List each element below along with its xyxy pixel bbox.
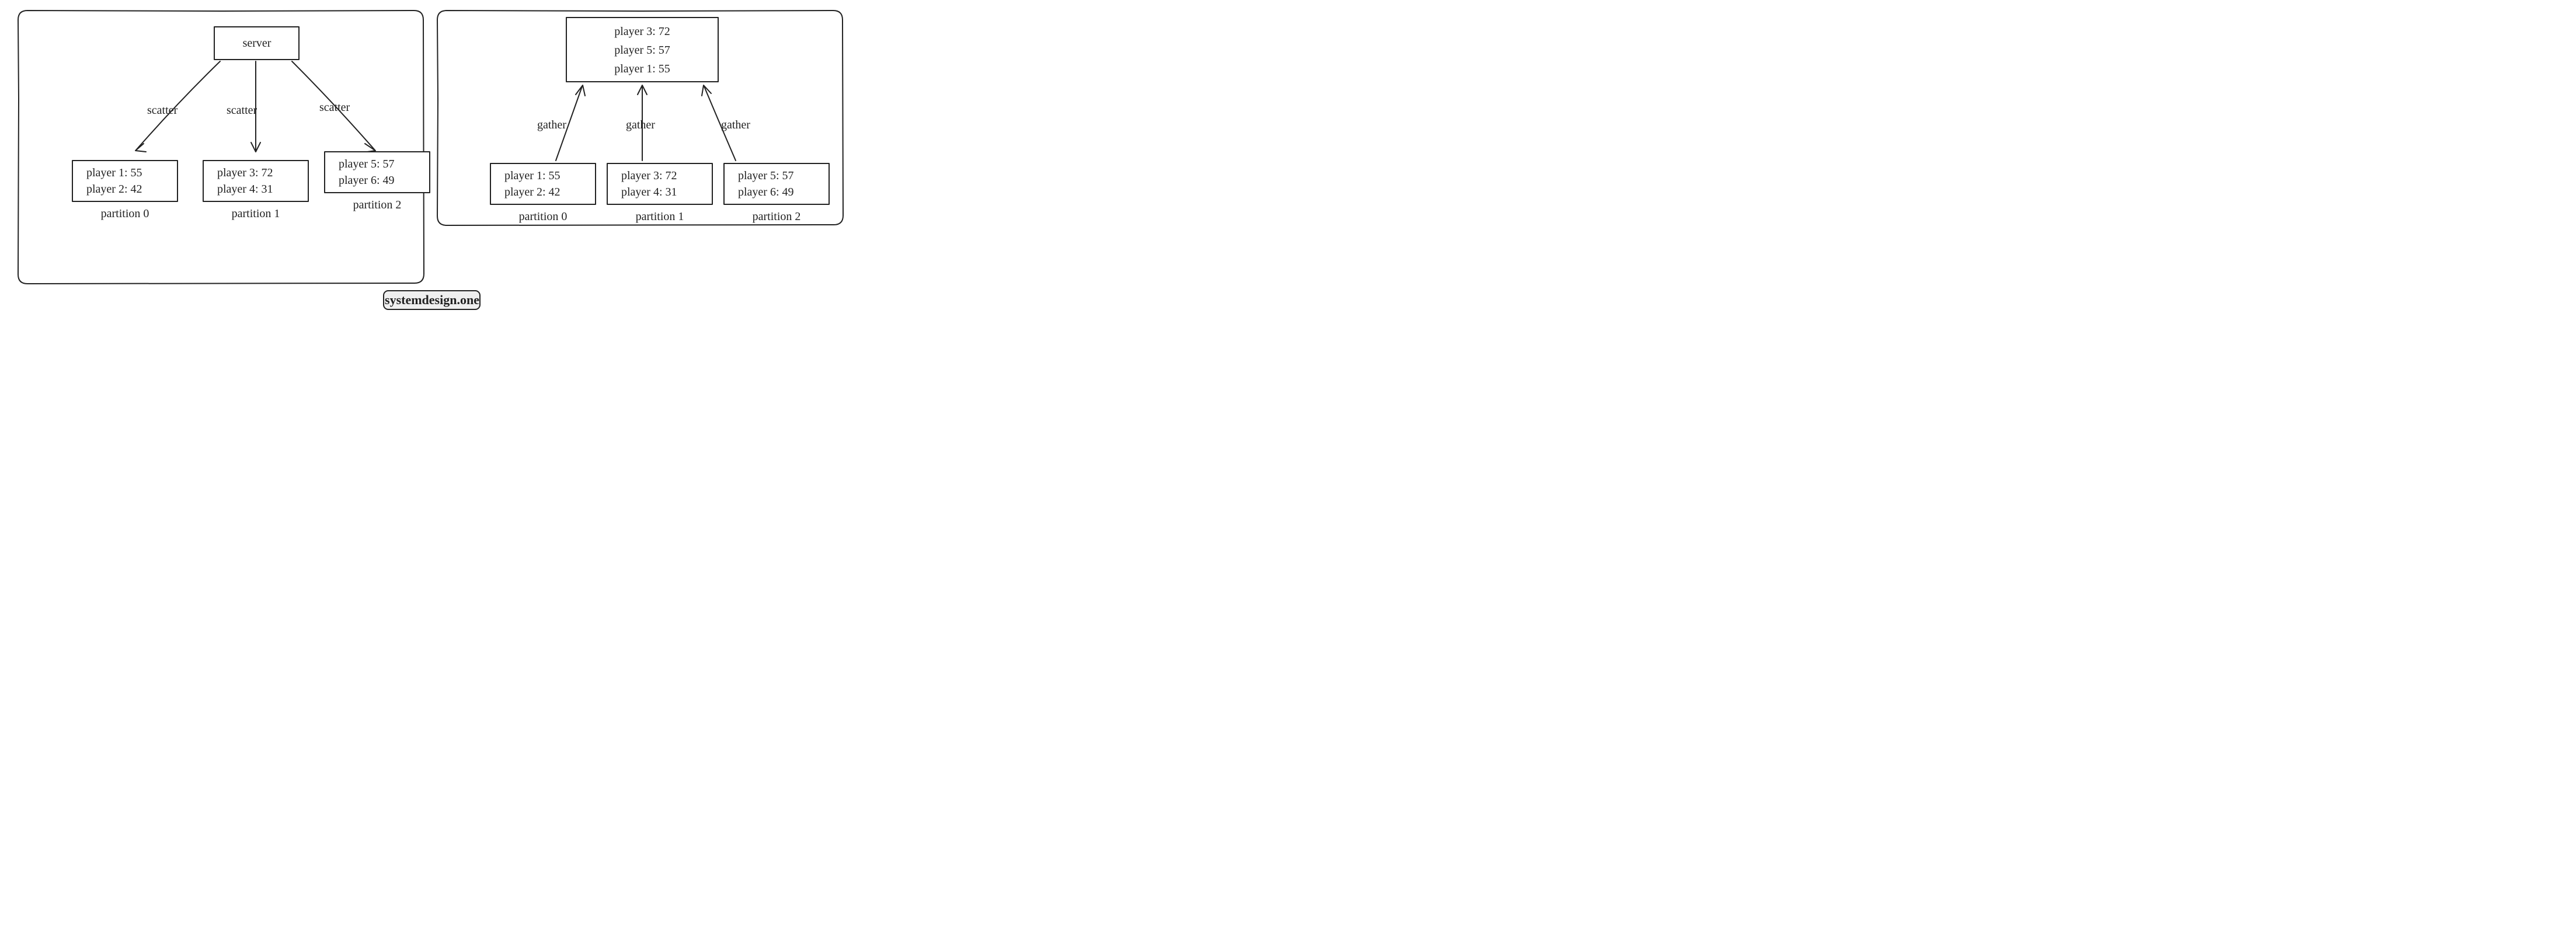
scatter-panel: server scatter scatter scatter player 1:… [18, 11, 430, 284]
result-row-0: player 3: 72 [614, 25, 670, 38]
r-partition-node-2: player 5: 57 player 6: 49 partition 2 [724, 163, 829, 223]
result-row-1: player 5: 57 [614, 44, 670, 57]
watermark: systemdesign.one [384, 291, 480, 309]
partition-node-1: player 3: 72 player 4: 31 partition 1 [203, 161, 308, 220]
gather-arrow-1: gather [626, 85, 655, 161]
scatter-arrow-2: scatter [292, 61, 375, 152]
r-partition-1-row-0: player 3: 72 [621, 169, 677, 182]
partition-1-row-0: player 3: 72 [217, 166, 273, 179]
partition-0-caption: partition 0 [101, 207, 149, 220]
scatter-arrow-1: scatter [227, 61, 260, 152]
gather-panel: player 3: 72 player 5: 57 player 1: 55 g… [437, 11, 843, 225]
diagram-root: server scatter scatter scatter player 1:… [0, 0, 859, 317]
partition-2-caption: partition 2 [353, 198, 402, 211]
r-partition-node-1: player 3: 72 player 4: 31 partition 1 [607, 163, 712, 223]
r-partition-0-row-0: player 1: 55 [504, 169, 561, 182]
scatter-arrow-0-label: scatter [147, 104, 178, 117]
gather-arrow-2-label: gather [721, 119, 750, 131]
r-partition-node-0: player 1: 55 player 2: 42 partition 0 [490, 163, 596, 223]
r-partition-0-row-1: player 2: 42 [504, 186, 561, 198]
partition-0-row-0: player 1: 55 [86, 166, 142, 179]
r-partition-2-row-1: player 6: 49 [738, 186, 794, 198]
r-partition-0-caption: partition 0 [519, 210, 568, 223]
result-row-2: player 1: 55 [614, 62, 670, 75]
r-partition-1-row-1: player 4: 31 [621, 186, 677, 198]
gather-arrow-0-label: gather [537, 119, 566, 131]
scatter-arrow-2-label: scatter [319, 101, 350, 114]
server-label: server [243, 37, 271, 50]
gather-arrow-1-label: gather [626, 119, 655, 131]
partition-0-row-1: player 2: 42 [86, 183, 142, 196]
scatter-arrow-0: scatter [135, 61, 220, 152]
r-partition-1-caption: partition 1 [636, 210, 684, 223]
partition-1-caption: partition 1 [232, 207, 280, 220]
partition-2-row-0: player 5: 57 [339, 158, 395, 170]
watermark-text: systemdesign.one [385, 292, 479, 307]
r-partition-2-caption: partition 2 [753, 210, 801, 223]
partition-1-row-1: player 4: 31 [217, 183, 273, 196]
partition-node-0: player 1: 55 player 2: 42 partition 0 [72, 161, 177, 220]
r-partition-2-row-0: player 5: 57 [738, 169, 794, 182]
partition-node-2: player 5: 57 player 6: 49 partition 2 [325, 152, 430, 211]
partition-2-row-1: player 6: 49 [339, 174, 395, 187]
gather-arrow-0: gather [537, 85, 585, 161]
scatter-arrow-1-label: scatter [227, 104, 257, 117]
gather-arrow-2: gather [702, 85, 750, 161]
